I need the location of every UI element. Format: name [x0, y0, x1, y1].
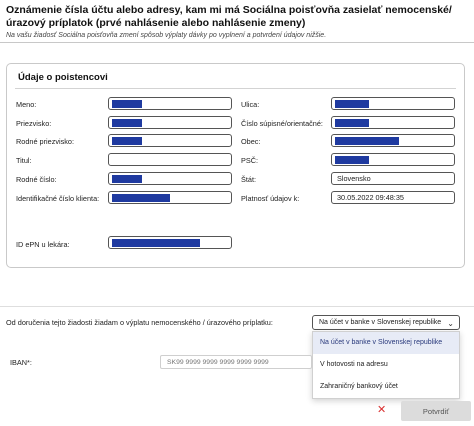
country-label: Štát: [241, 175, 257, 184]
insured-card: Údaje o poistencovi Meno: Priezvisko: Ro… [6, 63, 465, 268]
validity-label: Platnosť údajov k: [241, 194, 300, 203]
birth-surname-label: Rodné priezvisko: [16, 137, 74, 146]
city-label: Obec: [241, 137, 261, 146]
surname-label: Priezvisko: [16, 119, 52, 128]
iban-input[interactable] [160, 355, 312, 369]
epn-label: ID ePN u lekára: [16, 240, 70, 249]
client-id-redaction [112, 194, 170, 202]
payment-method-selected: Na účet v banke v Slovenskej republike [319, 319, 442, 326]
birth-number-label: Rodné číslo: [16, 175, 57, 184]
street-redaction [335, 100, 369, 108]
city-redaction [335, 137, 399, 145]
option-slovak-bank-account[interactable]: Na účet v banke v Slovenskej republike [313, 332, 459, 354]
street-field [331, 97, 455, 110]
option-cash-to-address[interactable]: V hotovosti na adresu [313, 354, 459, 376]
payment-method-select[interactable]: Na účet v banke v Slovenskej republike ⌄ [312, 315, 460, 330]
delivery-label: Od doručenia tejto žiadosti žiadam o výp… [6, 318, 273, 327]
payment-method-dropdown: Na účet v banke v Slovenskej republike V… [312, 331, 460, 399]
title-label: Titul: [16, 156, 32, 165]
insured-section-title: Údaje o poistencovi [18, 72, 108, 83]
page-title: Oznámenie čísla účtu alebo adresy, kam m… [6, 4, 452, 29]
title-field [108, 153, 232, 166]
option-foreign-bank-account[interactable]: Zahraničný bankový účet [313, 376, 459, 398]
card-divider [15, 88, 456, 89]
client-id-field [108, 191, 232, 204]
section-divider [0, 306, 474, 307]
house-number-redaction [335, 119, 369, 127]
close-icon[interactable]: ✕ [377, 404, 386, 416]
page-subtitle: Na vašu žiadosť Sociálna poisťovňa zmení… [6, 32, 327, 39]
validity-field: 30.05.2022 09:48:35 [331, 191, 455, 204]
birth-surname-redaction [112, 137, 142, 145]
title-divider [0, 42, 474, 43]
epn-field [108, 236, 232, 249]
iban-label: IBAN*: [10, 358, 32, 367]
name-label: Meno: [16, 100, 37, 109]
house-number-label: Číslo súpisné/orientačné: [241, 119, 323, 128]
client-id-label: Identifikačné číslo klienta: [16, 194, 100, 203]
birth-number-redaction [112, 175, 142, 183]
chevron-down-icon: ⌄ [447, 319, 454, 328]
name-field [108, 97, 232, 110]
epn-redaction [112, 239, 200, 247]
postal-code-field [331, 153, 455, 166]
name-redaction [112, 100, 142, 108]
city-field [331, 134, 455, 147]
surname-redaction [112, 119, 142, 127]
postal-code-label: PSČ: [241, 156, 259, 165]
country-field: Slovensko [331, 172, 455, 185]
street-label: Ulica: [241, 100, 260, 109]
birth-number-field [108, 172, 232, 185]
postal-code-redaction [335, 156, 369, 164]
house-number-field [331, 116, 455, 129]
birth-surname-field [108, 134, 232, 147]
confirm-button[interactable]: Potvrdiť [401, 401, 471, 421]
surname-field [108, 116, 232, 129]
